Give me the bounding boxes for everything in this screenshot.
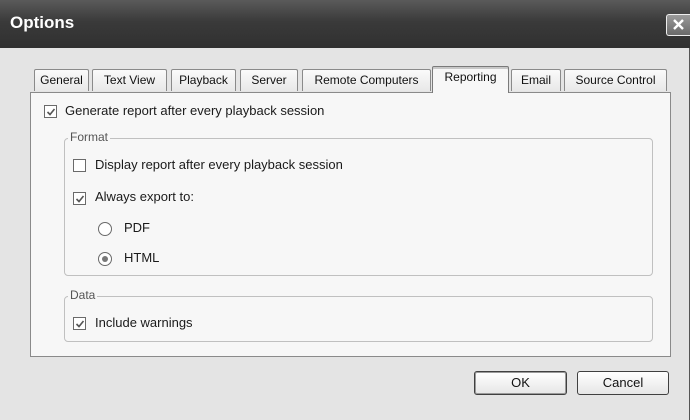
generate-report-checkbox[interactable] xyxy=(44,105,57,118)
include-warnings-checkbox[interactable] xyxy=(73,317,86,330)
tab-strip: General Text View Playback Server Remote… xyxy=(34,66,674,93)
window-title: Options xyxy=(10,13,75,32)
pdf-label: PDF xyxy=(124,220,150,235)
tab-source-control[interactable]: Source Control xyxy=(564,69,667,91)
tab-reporting[interactable]: Reporting xyxy=(432,66,509,93)
ok-button[interactable]: OK xyxy=(474,371,567,395)
cancel-button[interactable]: Cancel xyxy=(577,371,669,395)
include-warnings-label: Include warnings xyxy=(95,315,193,330)
checkmark-icon xyxy=(75,320,85,328)
pdf-radio[interactable] xyxy=(98,222,112,236)
display-report-label: Display report after every playback sess… xyxy=(95,157,343,172)
options-dialog: Options General Text View Playback Serve… xyxy=(0,0,690,420)
checkmark-icon xyxy=(46,108,56,116)
tab-text-view[interactable]: Text View xyxy=(92,69,167,91)
format-group-title: Format xyxy=(68,130,111,144)
data-group-title: Data xyxy=(68,288,98,302)
close-button[interactable] xyxy=(666,14,690,36)
always-export-label: Always export to: xyxy=(95,189,194,204)
title-bar[interactable]: Options xyxy=(0,0,690,48)
checkmark-icon xyxy=(75,195,85,203)
tab-general[interactable]: General xyxy=(34,69,89,91)
close-icon xyxy=(673,19,684,30)
tab-playback[interactable]: Playback xyxy=(171,69,236,91)
reporting-panel: Generate report after every playback ses… xyxy=(30,92,671,357)
always-export-checkbox[interactable] xyxy=(73,192,86,205)
html-label: HTML xyxy=(124,250,160,265)
tab-remote-computers[interactable]: Remote Computers xyxy=(302,69,431,91)
display-report-checkbox[interactable] xyxy=(73,159,86,172)
tab-email[interactable]: Email xyxy=(511,69,561,91)
tab-server[interactable]: Server xyxy=(240,69,298,91)
html-radio[interactable] xyxy=(98,252,112,266)
generate-report-label: Generate report after every playback ses… xyxy=(65,103,325,118)
radio-selected-dot xyxy=(102,256,108,262)
